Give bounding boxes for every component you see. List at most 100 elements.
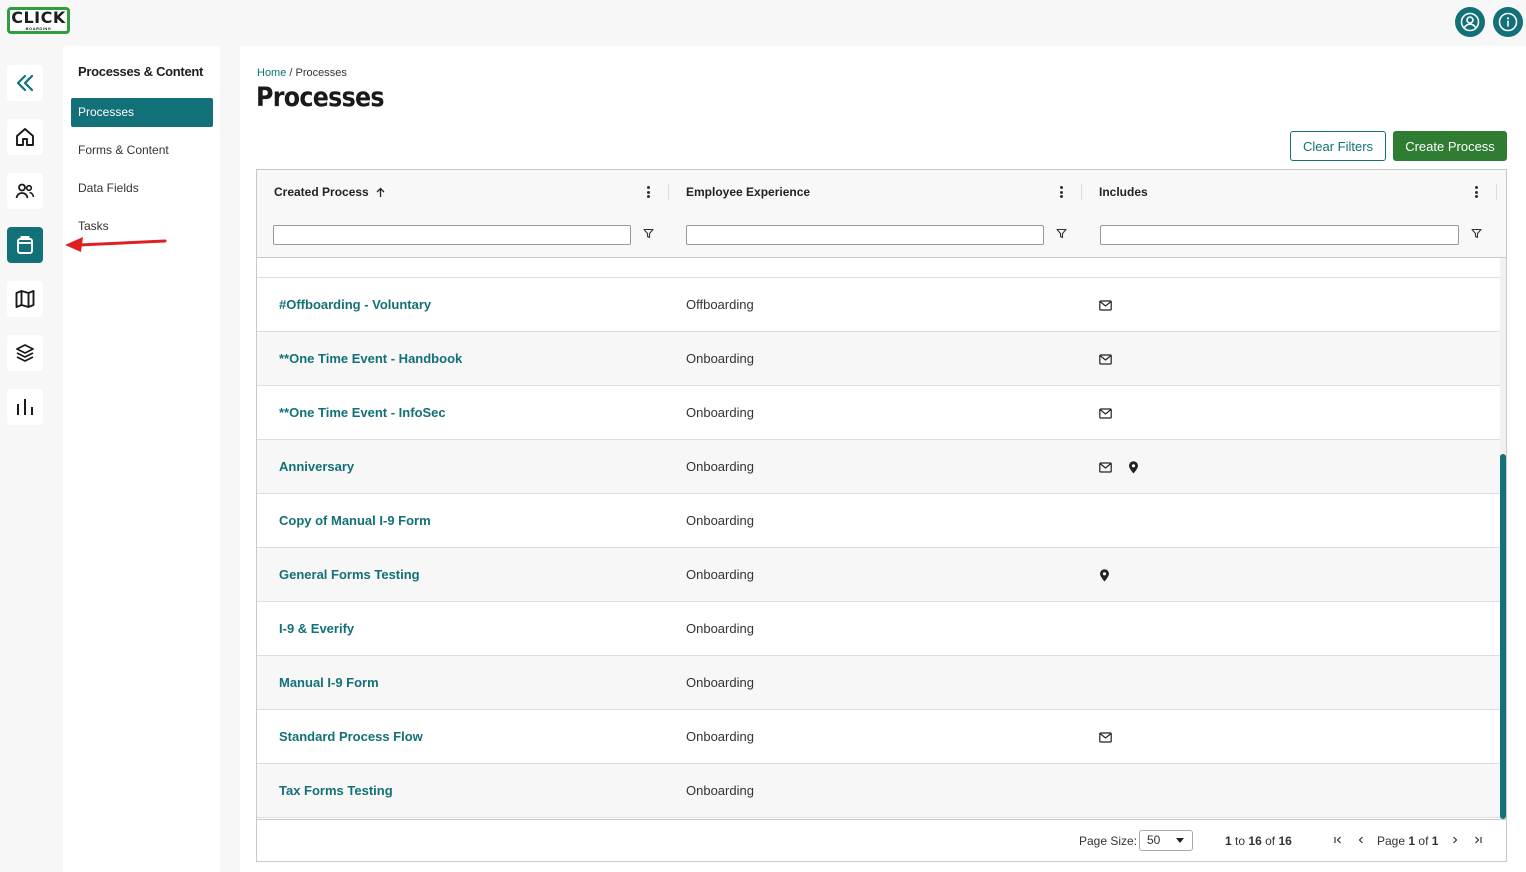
table-row[interactable]: General Forms Testing Onboarding — [257, 548, 1500, 602]
table-row[interactable]: **One Time Event - Handbook Onboarding — [257, 332, 1500, 386]
page-indicator: Page 1 of 1 — [1377, 834, 1438, 848]
column-header-created-process[interactable]: Created Process — [274, 170, 385, 214]
process-name-link[interactable]: Manual I-9 Form — [279, 656, 379, 710]
filter-icon[interactable] — [643, 228, 654, 239]
table-row[interactable]: Standard Process Flow Onboarding — [257, 710, 1500, 764]
column-header-employee-experience[interactable]: Employee Experience — [686, 170, 810, 214]
employee-experience-cell: Onboarding — [686, 621, 754, 636]
table-row[interactable]: Anniversary Onboarding — [257, 440, 1500, 494]
collapse-sidebar-icon[interactable] — [7, 65, 43, 101]
process-name-link[interactable]: I-9 & Everify — [279, 602, 354, 656]
breadcrumb-home-link[interactable]: Home — [257, 67, 286, 79]
column-header-includes[interactable]: Includes — [1099, 170, 1148, 214]
includes-cell — [1099, 406, 1112, 420]
page-total: 1 — [1431, 834, 1439, 848]
table-row[interactable]: #Offboarding - Voluntary Offboarding — [257, 278, 1500, 332]
top-bar: CLICK BOARDING — [0, 0, 1526, 46]
filter-icon[interactable] — [1056, 228, 1067, 239]
process-name-link[interactable]: Standard Process Flow — [279, 710, 423, 764]
layers-icon[interactable] — [7, 335, 43, 371]
column-separator — [1496, 184, 1497, 200]
includes-cell — [1099, 730, 1112, 744]
next-page-icon[interactable] — [1448, 833, 1462, 847]
employee-experience-cell: Onboarding — [686, 351, 754, 366]
page-size-label: Page Size: — [1079, 834, 1138, 848]
main-content: Home / Processes Processes Clear Filters… — [240, 46, 1526, 872]
includes-cell — [1099, 352, 1112, 366]
subnav-item-data-fields[interactable]: Data Fields — [71, 174, 213, 203]
icon-rail — [0, 46, 63, 872]
previous-page-icon[interactable] — [1354, 833, 1368, 847]
subnav-title: Processes & Content — [78, 64, 204, 79]
map-icon[interactable] — [7, 281, 43, 317]
clickboarding-logo[interactable]: CLICK BOARDING — [7, 7, 70, 34]
filter-input-created-process[interactable] — [273, 225, 631, 245]
column-label: Employee Experience — [686, 185, 811, 199]
pagination-bar: Page Size: 50 1 to 16 of 16 Page 1 of 1 — [257, 819, 1506, 861]
includes-cell — [1099, 460, 1139, 474]
user-profile-icon[interactable] — [1455, 7, 1485, 37]
analytics-icon[interactable] — [7, 389, 43, 425]
page-title: Processes — [256, 82, 385, 113]
page-size-select[interactable]: 50 — [1139, 830, 1193, 851]
table-row[interactable]: Copy of Manual I-9 Form Onboarding — [257, 494, 1500, 548]
subnav-item-processes[interactable]: Processes — [71, 98, 213, 127]
breadcrumb-separator: / — [289, 67, 293, 79]
mail-icon — [1099, 353, 1112, 365]
filter-icon[interactable] — [1471, 228, 1482, 239]
vertical-scrollbar-thumb[interactable] — [1500, 454, 1506, 819]
process-name-link[interactable]: General Forms Testing — [279, 548, 420, 602]
employee-experience-cell: Onboarding — [686, 675, 754, 690]
last-page-icon[interactable] — [1471, 833, 1485, 847]
process-name-link[interactable]: Copy of Manual I-9 Form — [279, 494, 431, 548]
process-name-link[interactable]: Anniversary — [279, 440, 354, 494]
process-name-link[interactable]: **One Time Event - Handbook — [279, 332, 462, 386]
range-from: 1 — [1225, 834, 1232, 848]
page-size-value: 50 — [1147, 833, 1161, 847]
annotation-arrow — [65, 237, 167, 252]
table-row[interactable]: I-9 & Everify Onboarding — [257, 602, 1500, 656]
mail-icon — [1099, 461, 1112, 473]
mail-icon — [1099, 407, 1112, 419]
table-row[interactable]: Tax Forms Testing Onboarding — [257, 764, 1500, 818]
info-icon[interactable] — [1493, 7, 1523, 37]
employee-experience-cell: Onboarding — [686, 459, 754, 474]
employee-experience-cell: Onboarding — [686, 513, 754, 528]
process-name-link[interactable]: #Offboarding - Voluntary — [279, 278, 431, 332]
breadcrumb: Home / Processes — [257, 67, 347, 79]
table-row[interactable]: Manual I-9 Form Onboarding — [257, 656, 1500, 710]
column-label: Created Process — [274, 185, 369, 199]
row-range-summary: 1 to 16 of 16 — [1225, 834, 1292, 848]
processes-content-icon[interactable] — [7, 227, 43, 263]
column-menu-icon[interactable] — [1471, 185, 1481, 199]
location-pin-icon — [1128, 460, 1139, 474]
logo-text: CLICK — [11, 8, 66, 27]
column-separator — [668, 184, 669, 200]
employee-experience-cell: Offboarding — [686, 297, 754, 312]
location-pin-icon — [1099, 568, 1110, 582]
subnav-item-forms-content[interactable]: Forms & Content — [71, 136, 213, 165]
column-menu-icon[interactable] — [1056, 185, 1066, 199]
filter-input-employee-experience[interactable] — [686, 225, 1044, 245]
grid-body: #Offboarding - Voluntary Offboarding **One… — [257, 258, 1500, 819]
mail-icon — [1099, 731, 1112, 743]
clear-filters-button[interactable]: Clear Filters — [1290, 131, 1386, 161]
people-icon[interactable] — [7, 173, 43, 209]
home-icon[interactable] — [7, 119, 43, 155]
first-page-icon[interactable] — [1331, 833, 1345, 847]
create-process-button[interactable]: Create Process — [1393, 131, 1507, 161]
process-name-link[interactable]: Tax Forms Testing — [279, 764, 393, 818]
processes-grid: Created Process Employee Experience Incl… — [256, 169, 1507, 862]
process-name-link[interactable]: **One Time Event - InfoSec — [279, 386, 446, 440]
mail-icon — [1099, 299, 1112, 311]
range-total: 16 — [1278, 834, 1292, 848]
column-menu-icon[interactable] — [643, 185, 653, 199]
table-row[interactable]: **One Time Event - InfoSec Onboarding — [257, 386, 1500, 440]
includes-cell — [1099, 298, 1112, 312]
page-current: 1 — [1408, 834, 1416, 848]
range-to: 16 — [1248, 834, 1262, 848]
employee-experience-cell: Onboarding — [686, 567, 754, 582]
page-of-word: of — [1418, 834, 1429, 848]
employee-experience-cell: Onboarding — [686, 783, 754, 798]
filter-input-includes[interactable] — [1100, 225, 1459, 245]
